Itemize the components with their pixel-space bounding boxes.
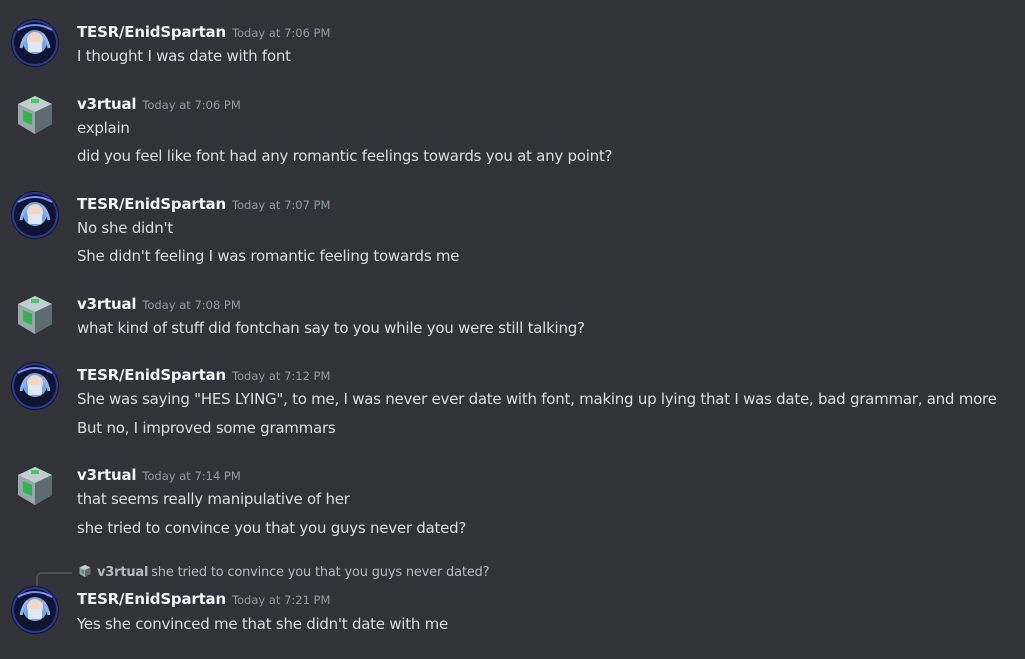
computer-cube-avatar-icon[interactable] [10, 90, 60, 140]
timestamp[interactable]: Today at 7:06 PM [232, 26, 330, 40]
anime-girl-avatar-icon[interactable] [10, 585, 60, 635]
message-header: v3rtual Today at 7:06 PM [77, 93, 241, 115]
username[interactable]: v3rtual [77, 466, 137, 484]
anime-girl-avatar-icon[interactable] [10, 361, 60, 411]
message-text: She was saying "HES LYING", to me, I was… [77, 390, 997, 408]
message-text: explain [77, 119, 130, 137]
username[interactable]: TESR/EnidSpartan [77, 195, 226, 213]
timestamp[interactable]: Today at 7:08 PM [142, 298, 240, 312]
message-text: she tried to convince you that you guys … [77, 519, 467, 537]
message-header: v3rtual Today at 7:08 PM [77, 293, 241, 315]
username[interactable]: v3rtual [77, 295, 137, 313]
timestamp[interactable]: Today at 7:21 PM [232, 593, 330, 607]
message-header: TESR/EnidSpartan Today at 7:07 PM [77, 193, 330, 215]
message-header: TESR/EnidSpartan Today at 7:06 PM [77, 21, 330, 43]
message-text: But no, I improved some grammars [77, 419, 336, 437]
anime-girl-avatar-icon[interactable] [10, 18, 60, 68]
computer-cube-avatar-icon[interactable] [10, 461, 60, 511]
message-text: what kind of stuff did fontchan say to y… [77, 319, 585, 337]
message-header: v3rtual Today at 7:14 PM [77, 464, 241, 486]
message-text: She didn't feeling I was romantic feelin… [77, 247, 460, 265]
anime-girl-avatar-icon[interactable] [10, 190, 60, 240]
message-text: that seems really manipulative of her [77, 490, 350, 508]
reply-spine [36, 572, 72, 586]
username[interactable]: v3rtual [77, 95, 137, 113]
reply-text: she tried to convince you that you guys … [151, 565, 490, 580]
timestamp[interactable]: Today at 7:07 PM [232, 198, 330, 212]
timestamp[interactable]: Today at 7:12 PM [232, 369, 330, 383]
reply-username[interactable]: v3rtual [97, 565, 148, 580]
message-text: Yes she convinced me that she didn't dat… [77, 615, 448, 633]
message-text: No she didn't [77, 219, 173, 237]
timestamp[interactable]: Today at 7:14 PM [142, 469, 240, 483]
message-header: TESR/EnidSpartan Today at 7:12 PM [77, 364, 330, 386]
username[interactable]: TESR/EnidSpartan [77, 590, 226, 608]
reply-preview[interactable]: v3rtual she tried to convince you that yo… [77, 562, 489, 584]
message-header: TESR/EnidSpartan Today at 7:21 PM [77, 588, 330, 610]
computer-cube-avatar-icon [77, 563, 93, 579]
chat-messages: TESR/EnidSpartan Today at 7:06 PM I thoug… [0, 0, 1025, 659]
username[interactable]: TESR/EnidSpartan [77, 23, 226, 41]
username[interactable]: TESR/EnidSpartan [77, 366, 226, 384]
computer-cube-avatar-icon[interactable] [10, 290, 60, 340]
timestamp[interactable]: Today at 7:06 PM [142, 98, 240, 112]
message-text: I thought I was date with font [77, 47, 291, 65]
message-text: did you feel like font had any romantic … [77, 147, 613, 165]
